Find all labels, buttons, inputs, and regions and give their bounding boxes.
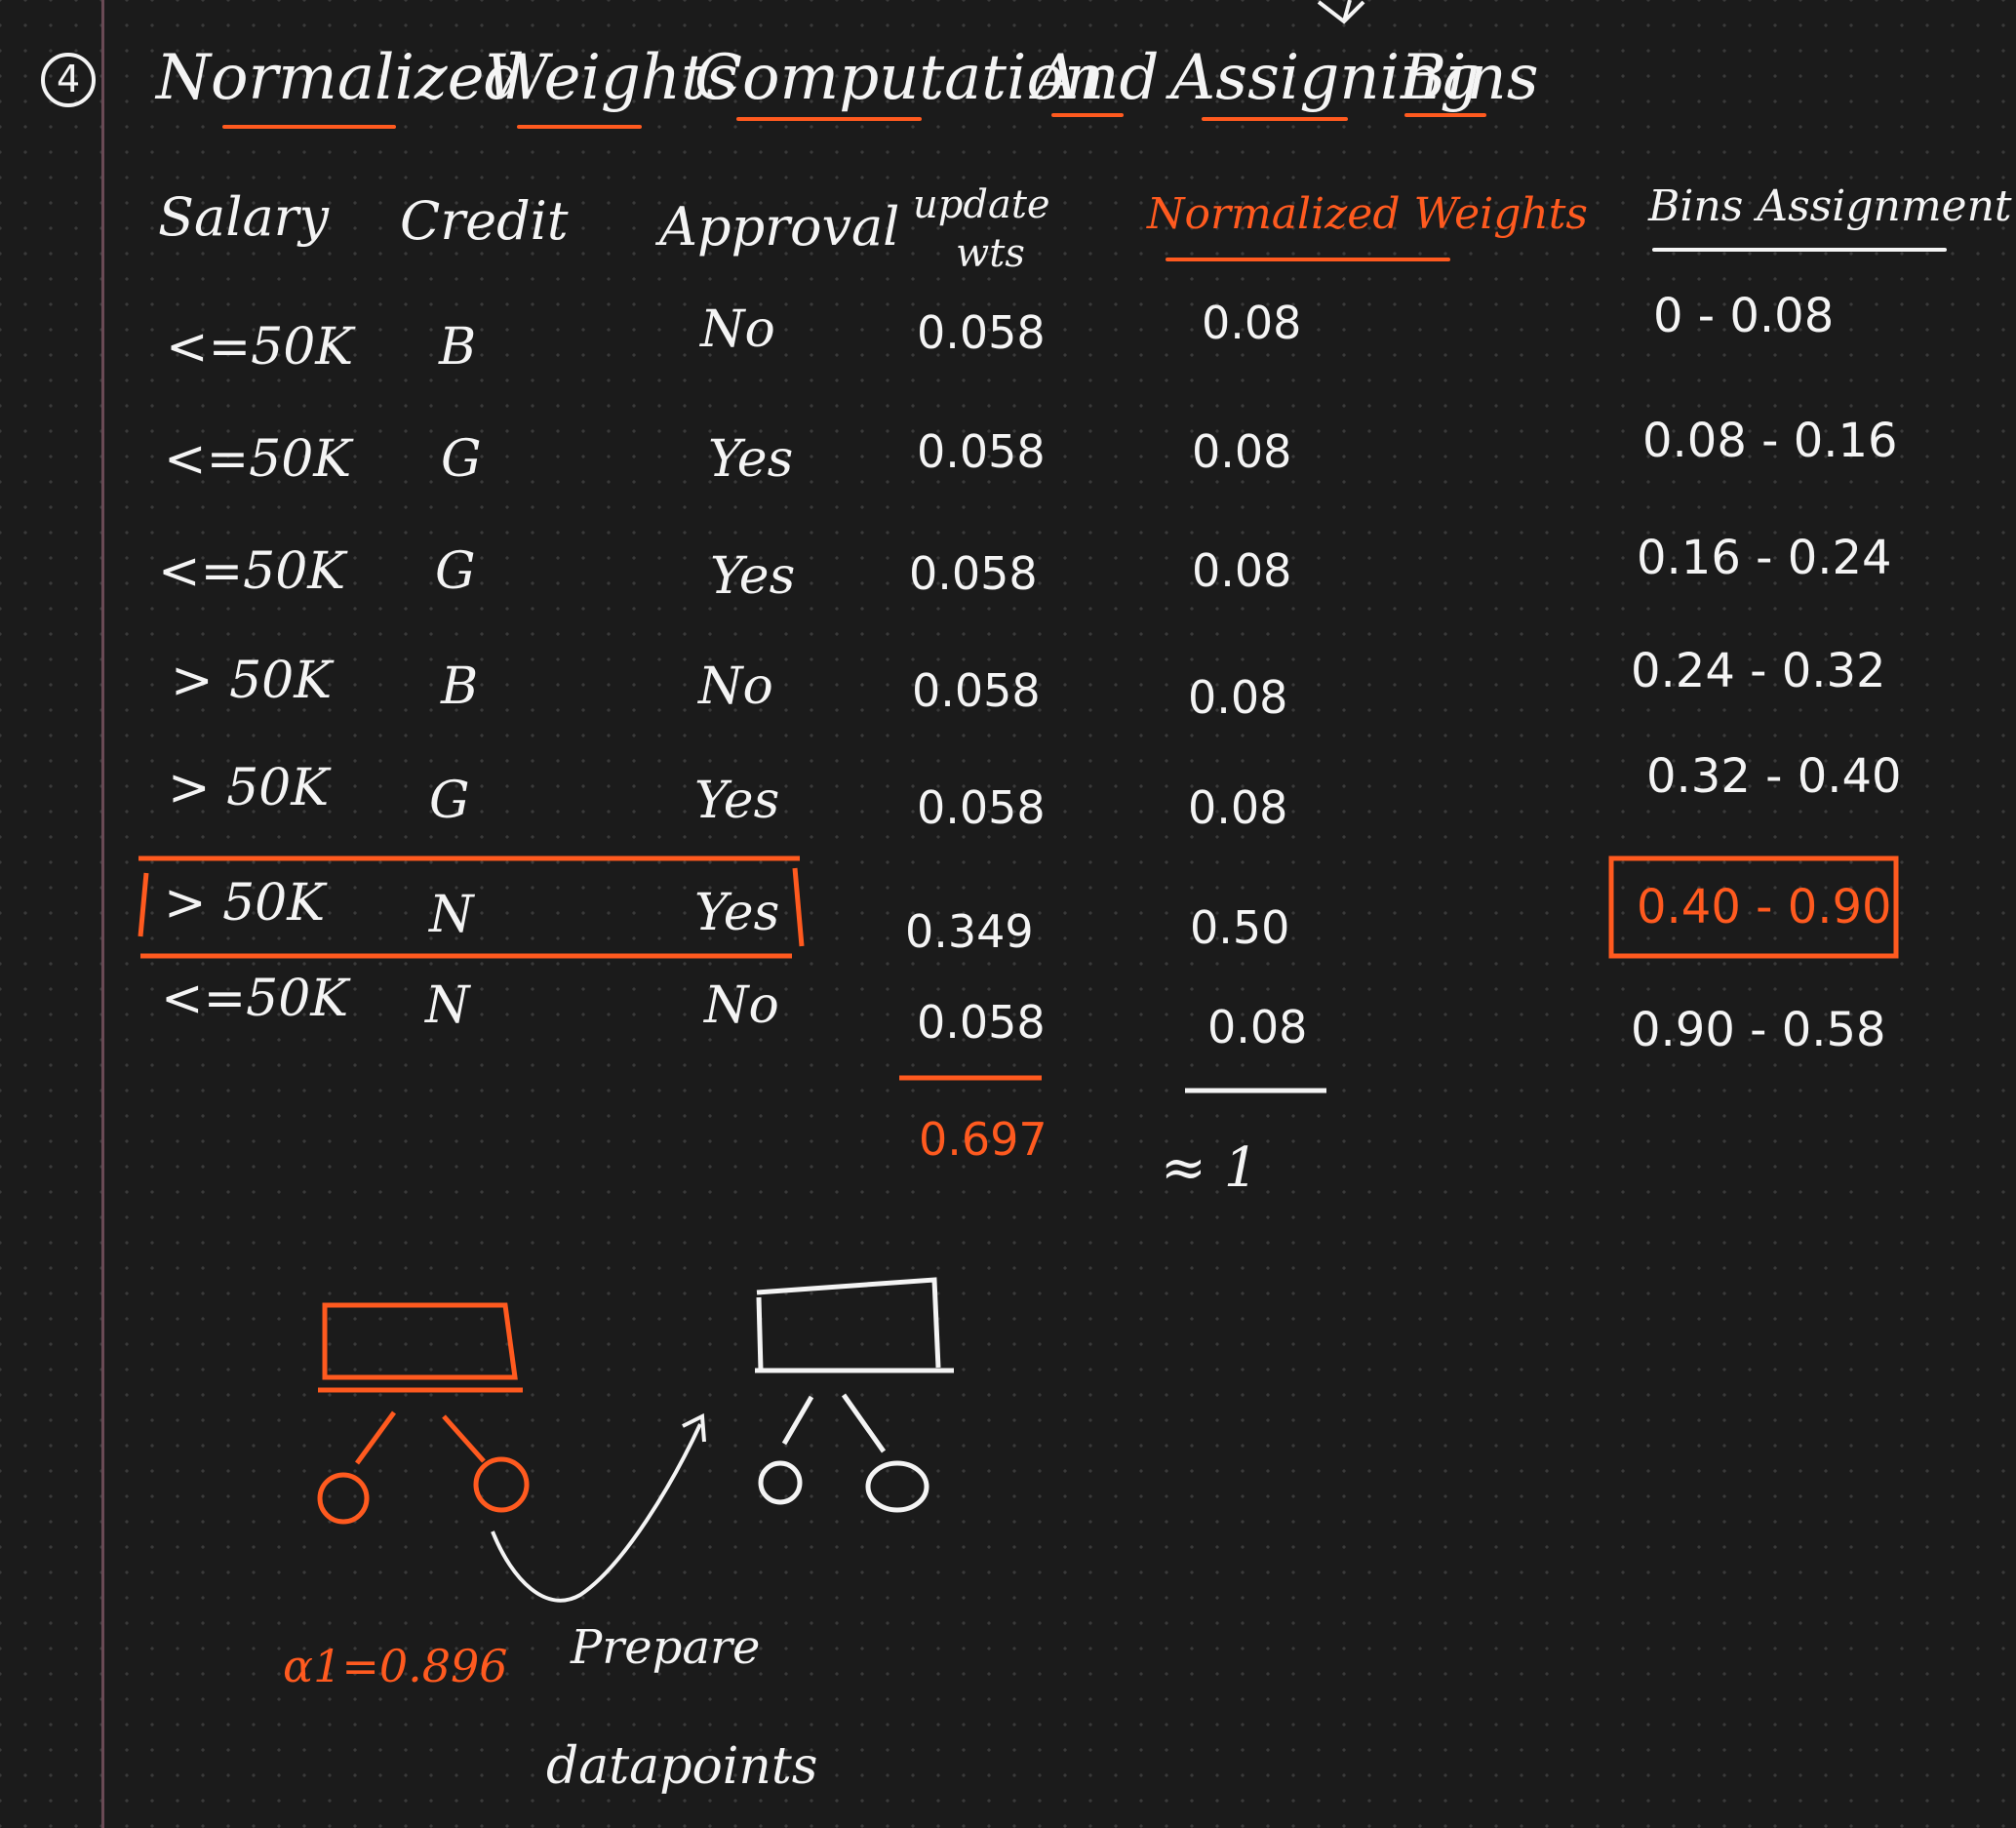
title-underline: [222, 125, 396, 129]
header-bins-underline: [1652, 248, 1947, 252]
header-salary: Salary: [158, 186, 329, 248]
cell-credit: N: [425, 976, 470, 1035]
cell-approval: No: [704, 976, 779, 1035]
sum-normalized: ≈ 1: [1161, 1136, 1259, 1200]
bin-range: 0.16 - 0.24: [1637, 531, 1892, 585]
down-arrow-icon: [1317, 0, 1365, 24]
sum-update-wts: 0.697: [919, 1113, 1048, 1166]
cell-normalized: 0.08: [1207, 1001, 1308, 1053]
cell-salary: <=50K: [161, 970, 349, 1028]
cell-update-wts: 0.058: [909, 547, 1038, 600]
cell-normalized: 0.08: [1192, 544, 1292, 597]
cell-normalized: 0.08: [1188, 671, 1288, 724]
cell-credit: G: [441, 430, 482, 489]
title-underline: [1404, 113, 1486, 117]
cell-credit: B: [439, 318, 477, 377]
header-normalized-underline: [1166, 258, 1450, 261]
title-underline: [736, 117, 922, 121]
white-stump: [755, 1277, 954, 1513]
cell-update-wts: 0.349: [905, 905, 1034, 958]
title-underline: [1051, 113, 1124, 117]
bin-range: 0 - 0.08: [1653, 289, 1835, 343]
title-word: And: [1034, 42, 1160, 114]
cell-approval: No: [698, 657, 773, 716]
bin-range: 0.24 - 0.32: [1631, 644, 1886, 698]
cell-salary: <=50K: [166, 318, 354, 377]
bin-range-highlighted: 0.40 - 0.90: [1637, 880, 1892, 934]
orange-stump: [317, 1302, 530, 1525]
cell-normalized: 0.08: [1192, 425, 1292, 478]
datapoints-label: datapoints: [546, 1737, 818, 1796]
cell-update-wts: 0.058: [912, 664, 1041, 717]
section-number: 4: [57, 58, 81, 100]
cell-credit: G: [435, 542, 476, 601]
cell-normalized: 0.08: [1188, 781, 1288, 834]
header-credit: Credit: [400, 190, 569, 252]
cell-approval: No: [700, 300, 775, 359]
bin-range: 0.08 - 0.16: [1642, 414, 1898, 468]
cell-approval: Yes: [708, 430, 794, 489]
title-underline: [1202, 117, 1348, 121]
cell-normalized: 0.08: [1202, 297, 1302, 349]
title-word: Normalized: [156, 42, 525, 114]
cell-update-wts: 0.058: [917, 425, 1046, 478]
cell-salary: > 50K: [164, 874, 326, 933]
cell-approval: Yes: [694, 772, 780, 830]
alpha-label: α1=0.896: [283, 1640, 508, 1692]
cell-normalized: 0.50: [1190, 901, 1290, 954]
highlight-right-line: [792, 867, 805, 947]
header-update-line1: update: [913, 182, 1050, 227]
cell-salary: <=50K: [158, 542, 346, 601]
cell-credit: G: [429, 772, 470, 830]
cell-credit: B: [441, 657, 479, 716]
cell-update-wts: 0.058: [917, 996, 1046, 1049]
cell-approval: Yes: [710, 547, 796, 606]
cell-salary: > 50K: [171, 652, 333, 710]
header-update-line2: wts: [956, 231, 1025, 276]
cell-salary: > 50K: [168, 759, 330, 817]
highlight-left-line: [138, 872, 149, 937]
bin-range: 0.90 - 0.58: [1631, 1003, 1886, 1057]
header-normalized-weights: Normalized Weights: [1147, 189, 1589, 239]
curved-arrow: [491, 1423, 702, 1603]
title-word: Bins: [1401, 42, 1539, 114]
cell-credit: N: [429, 886, 474, 944]
title-underline: [517, 125, 642, 129]
cell-approval: Yes: [694, 884, 780, 942]
header-bins-assignment: Bins Assignment: [1648, 181, 2012, 231]
cell-update-wts: 0.058: [917, 306, 1046, 359]
prepare-label: Prepare: [571, 1620, 761, 1675]
cell-salary: <=50K: [164, 430, 352, 489]
cell-update-wts: 0.058: [917, 781, 1046, 834]
bin-range: 0.32 - 0.40: [1646, 749, 1902, 804]
header-approval: Approval: [659, 196, 900, 258]
